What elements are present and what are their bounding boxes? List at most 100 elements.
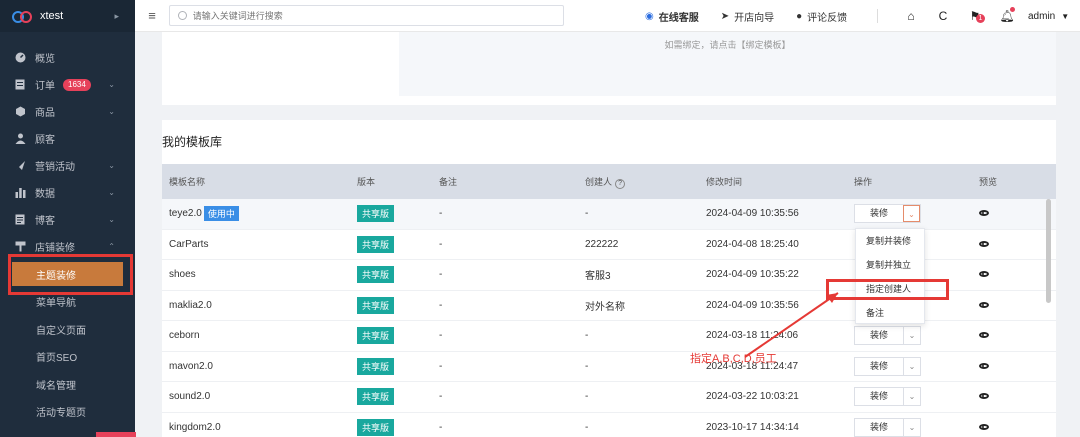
time-cell: 2024-03-22 10:03:21 [706, 391, 799, 403]
sidebar-item-label: 订单 [35, 81, 55, 92]
user-name: admin [1028, 10, 1056, 22]
bell-icon[interactable]: 🔔︎ [991, 7, 1023, 23]
menu-item-note[interactable]: 备注 [856, 301, 924, 325]
decorate-button[interactable]: 装修 [855, 358, 903, 375]
table-row: sound2.0 共享版 - - 2024-03-22 10:03:21 装修 ⌄ [162, 382, 1056, 413]
user-menu[interactable]: admin ▼ [1028, 0, 1069, 32]
chevron-down-icon[interactable]: ⌄ [903, 205, 920, 223]
header-preview: 预览 [979, 177, 998, 187]
version-badge: 共享版 [357, 205, 395, 223]
chevron-down-icon: ⌄ [108, 215, 115, 224]
version-badge: 共享版 [357, 327, 395, 345]
header-version: 版本 [357, 177, 376, 187]
chevron-down-icon[interactable]: ⌄ [903, 388, 920, 406]
binding-panel: 如需绑定，请点击【绑定模板】 [399, 32, 1056, 96]
home-icon[interactable]: ⌂ [895, 9, 927, 23]
hamburger-icon[interactable]: ≡ [135, 8, 169, 23]
annotation-box-sidebar [8, 254, 133, 295]
app-name: xtest [40, 10, 64, 22]
note-cell: - [439, 391, 443, 403]
creator-cell: 222222 [585, 238, 619, 250]
template-name: ceborn [169, 330, 200, 342]
service-icon: ◉ [645, 10, 654, 22]
eye-icon[interactable] [979, 301, 989, 308]
logo-icon [12, 8, 32, 24]
chevron-down-icon[interactable]: ⌄ [903, 418, 920, 436]
eye-icon[interactable] [979, 240, 989, 247]
online-service-button[interactable]: ◉ 在线客服 [645, 9, 699, 24]
topbar: ≡ ◉在线客服 ➤开店向导 ●评论反馈 ⌂ C ⚑1 🔔︎ admin ▼ [135, 0, 1080, 32]
chevron-up-icon: ⌃ [108, 242, 115, 251]
help-icon[interactable]: ? [615, 178, 626, 189]
user-icon [14, 133, 26, 145]
chart-icon [14, 187, 26, 199]
creator-cell: - [585, 208, 589, 220]
sidebar-sub-campaign-page[interactable]: 活动专题页 [0, 398, 135, 426]
chevron-right-icon[interactable]: ▸ [114, 11, 119, 22]
refresh-icon[interactable]: C [927, 9, 959, 23]
template-name: shoes [169, 269, 196, 281]
sidebar-sub-home-seo[interactable]: 首页SEO [0, 343, 135, 371]
sidebar-item-blog[interactable]: 博客 ⌄ [0, 206, 135, 233]
brand-bar[interactable]: xtest ▸ [0, 0, 135, 32]
marketing-icon [14, 160, 26, 172]
sidebar-item-overview[interactable]: 概览 [0, 44, 135, 71]
flag-icon[interactable]: ⚑ 1 [959, 9, 991, 23]
eye-icon[interactable] [979, 393, 989, 400]
eye-icon[interactable] [979, 210, 989, 217]
decorate-button[interactable]: 装修 [855, 419, 903, 436]
menu-item-copy-decorate[interactable]: 复制并装修 [856, 229, 924, 253]
sidebar-nav: 概览 订单 1634 ⌄ 商品 ⌄ 顾客 营销活动 ⌄ 数据 ⌄ 博客 ⌄ 店铺… [0, 32, 135, 426]
chevron-down-icon[interactable]: ⌄ [903, 327, 920, 345]
note-cell: - [439, 421, 443, 433]
comment-icon: ● [796, 10, 803, 22]
creator-cell: 对外名称 [585, 301, 625, 313]
sidebar-sub-domain[interactable]: 域名管理 [0, 371, 135, 399]
table-row: mavon2.0 共享版 - - 2024-03-18 11:24:47 装修 ⌄ [162, 352, 1056, 382]
feedback-button[interactable]: ● 评论反馈 [796, 9, 847, 24]
notification-dot [1010, 7, 1015, 12]
sidebar-item-data[interactable]: 数据 ⌄ [0, 179, 135, 206]
template-name: CarParts [169, 238, 209, 250]
bottom-tag [96, 432, 136, 437]
sidebar-item-label: 营销活动 [35, 162, 75, 173]
table-row: teye2.0 使用中 共享版 - - 2024-04-09 10:35:56 装… [162, 199, 1056, 230]
search-box[interactable] [169, 5, 564, 26]
decorate-button[interactable]: 装修 [855, 388, 903, 405]
sidebar-sub-custom-page[interactable]: 自定义页面 [0, 316, 135, 344]
header-time: 修改时间 [706, 177, 743, 187]
decorate-split-button: 装修 ⌄ [854, 387, 921, 407]
product-icon [14, 106, 26, 118]
sidebar-item-label: 顾客 [35, 135, 55, 146]
decorate-button[interactable]: 装修 [855, 327, 903, 344]
chevron-down-icon[interactable]: ⌄ [903, 357, 920, 375]
menu-item-copy-independent[interactable]: 复制并独立 [856, 253, 924, 277]
table-row: ceborn 共享版 - - 2024-03-18 11:24:06 装修 ⌄ [162, 321, 1056, 352]
creator-cell: - [585, 330, 589, 342]
sidebar: xtest ▸ 概览 订单 1634 ⌄ 商品 ⌄ 顾客 营销活动 ⌄ 数据 ⌄… [0, 0, 136, 437]
sidebar-item-marketing[interactable]: 营销活动 ⌄ [0, 152, 135, 179]
decorate-split-button: 装修 ⌄ [854, 204, 921, 224]
note-cell: - [439, 208, 443, 220]
scrollbar[interactable] [1046, 199, 1051, 303]
sidebar-item-products[interactable]: 商品 ⌄ [0, 98, 135, 125]
eye-icon[interactable] [979, 423, 989, 430]
sidebar-item-customers[interactable]: 顾客 [0, 125, 135, 152]
eye-icon[interactable] [979, 271, 989, 278]
caret-down-icon: ▼ [1061, 11, 1070, 21]
eye-icon[interactable] [979, 332, 989, 339]
search-icon [178, 11, 187, 20]
sidebar-item-label: 店铺装修 [35, 243, 75, 254]
eye-icon[interactable] [979, 362, 989, 369]
sidebar-item-label: 商品 [35, 108, 55, 119]
sidebar-item-orders[interactable]: 订单 1634 ⌄ [0, 71, 135, 98]
decorate-button[interactable]: 装修 [855, 205, 903, 222]
search-input[interactable] [192, 10, 563, 21]
header-actions: 操作 [854, 177, 873, 187]
time-cell: 2024-04-08 18:25:40 [706, 238, 799, 250]
operation-dropdown: 复制并装修 复制并独立 指定创建人 备注 [855, 228, 925, 324]
order-count-badge: 1634 [63, 78, 91, 91]
dashboard-icon [14, 52, 26, 64]
store-guide-button[interactable]: ➤ 开店向导 [721, 9, 774, 24]
note-cell: - [439, 269, 443, 281]
